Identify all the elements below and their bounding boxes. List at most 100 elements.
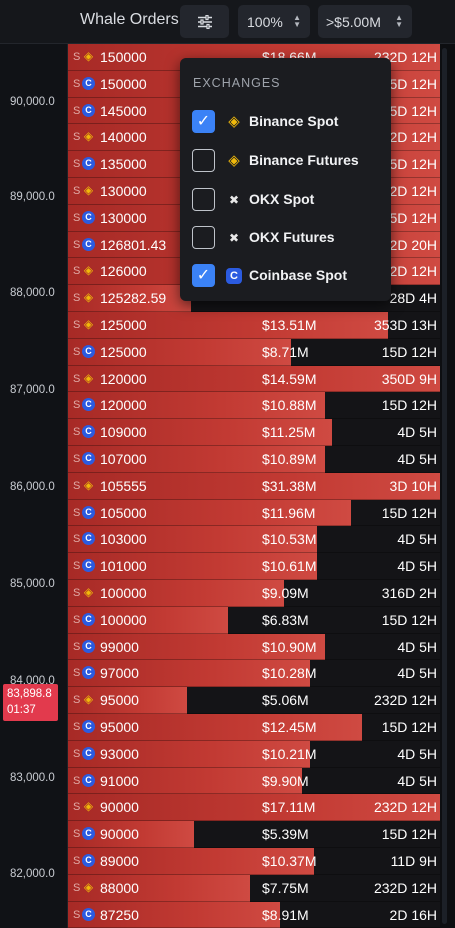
order-value: $10.28M [262, 665, 317, 682]
order-price: 88000 [100, 879, 139, 896]
order-price: 135000 [100, 156, 147, 173]
order-age: 4D 5H [397, 665, 437, 682]
side-label: S [73, 533, 81, 546]
exchange-option-coinbase-spot[interactable]: ✓ C Coinbase Spot [192, 264, 382, 288]
order-row[interactable]: S ◈ 100000 $9.09M 316D 2H [68, 580, 440, 607]
order-age: 15D 12H [381, 397, 437, 414]
exchange-option-okx-futures[interactable]: ✖ OKX Futures [192, 226, 382, 250]
filter-button[interactable] [180, 5, 229, 38]
scrollbar[interactable] [440, 44, 455, 928]
order-value: $5.06M [262, 692, 309, 709]
order-price: 87250 [100, 906, 139, 923]
order-price: 126801.43 [100, 236, 167, 253]
checkbox[interactable]: ✓ [192, 110, 215, 133]
order-row[interactable]: S C 89000 $10.37M 11D 9H [68, 848, 440, 875]
side-label: S [73, 104, 81, 117]
order-value: $7.75M [262, 879, 309, 896]
order-value: $17.11M [262, 799, 316, 816]
order-price: 95000 [100, 719, 139, 735]
price-tick: 82,000.0 [10, 868, 55, 880]
candle-countdown: 01:37 [7, 704, 36, 716]
side-label: S [73, 881, 81, 894]
order-row[interactable]: S C 95000 $12.45M 15D 12H [68, 714, 440, 741]
order-age: 15D 12H [381, 826, 437, 843]
order-row[interactable]: S ◈ 95000 $5.06M 232D 12H [68, 687, 440, 714]
order-row[interactable]: S ◈ 105555 $31.38M 3D 10H [68, 472, 440, 500]
order-value: $10.90M [262, 638, 317, 655]
order-row[interactable]: S C 91000 $9.90M 4D 5H [68, 767, 440, 795]
price-axis: 90,000.0 89,000.0 88,000.0 87,000.0 86,000.0… [0, 44, 68, 928]
order-row[interactable]: S ◈ 88000 $7.75M 232D 12H [68, 874, 440, 902]
side-label: S [73, 265, 81, 278]
coinbase-icon: C [82, 612, 95, 626]
price-tick: 88,000.0 [10, 287, 55, 299]
binance-icon: ◈ [83, 370, 94, 385]
checkbox[interactable] [192, 188, 215, 211]
order-row[interactable]: S C 105000 $11.96M 15D 12H [68, 499, 440, 527]
side-label: S [73, 319, 81, 331]
binance-icon: ◈ [83, 263, 94, 278]
exchange-option-label: Coinbase Spot [249, 267, 348, 283]
order-price: 90000 [100, 826, 139, 843]
order-row[interactable]: S C 100000 $6.83M 15D 12H [68, 606, 440, 634]
order-age: 350D 9H [381, 370, 437, 387]
price-tick: 90,000.0 [10, 96, 55, 108]
side-label: S [73, 211, 81, 224]
order-size-bar [68, 874, 251, 902]
order-row[interactable]: S C 90000 $5.39M 15D 12H [68, 821, 440, 848]
order-row[interactable]: S C 99000 $10.90M 4D 5H [68, 633, 440, 661]
order-row[interactable]: S C 125000 $8.71M 15D 12H [68, 338, 440, 366]
exchange-option-label: Binance Futures [249, 152, 359, 168]
order-price: 89000 [100, 853, 139, 869]
order-row[interactable]: S C 87250 $8.91M 2D 16H [68, 901, 440, 928]
side-label: S [73, 801, 81, 814]
order-age: 2D 16H [389, 906, 437, 923]
order-row[interactable]: S C 93000 $10.21M 4D 5H [68, 740, 440, 768]
order-price: 125282.59 [100, 290, 167, 307]
scrollbar-thumb[interactable] [442, 48, 447, 924]
order-row[interactable]: S C 101000 $10.61M 4D 5H [68, 553, 440, 580]
order-age: 353D 13H [373, 317, 437, 333]
order-row[interactable]: S ◈ 125000 $13.51M 353D 13H [68, 312, 440, 339]
checkbox[interactable] [192, 226, 215, 249]
order-value: $11.25M [262, 424, 316, 441]
exchange-option-binance-spot[interactable]: ✓ ◈ Binance Spot [192, 110, 382, 134]
order-row[interactable]: S C 103000 $10.53M 4D 5H [68, 526, 440, 554]
checkbox[interactable]: ✓ [192, 264, 215, 287]
binance-icon: ◈ [228, 152, 240, 169]
order-age: 15D 12H [381, 719, 437, 735]
min-size-select[interactable]: >$5.00M ▲ ▼ [318, 5, 412, 38]
sliders-icon [197, 14, 212, 29]
order-age: 11D 9H [390, 853, 437, 869]
order-price: 91000 [100, 772, 139, 789]
binance-icon: ◈ [83, 477, 94, 492]
binance-icon: ◈ [83, 317, 94, 331]
binance-icon: ◈ [83, 585, 94, 599]
order-age: 4D 5H [397, 638, 437, 655]
order-value: $10.61M [262, 558, 317, 575]
order-price: 103000 [100, 531, 147, 548]
order-row[interactable]: S C 107000 $10.89M 4D 5H [68, 446, 440, 473]
order-price: 140000 [100, 129, 147, 146]
side-label: S [73, 372, 81, 385]
order-price: 97000 [100, 665, 139, 682]
order-price: 100000 [100, 585, 147, 601]
order-row[interactable]: S C 97000 $10.28M 4D 5H [68, 660, 440, 688]
order-row[interactable]: S ◈ 120000 $14.59M 350D 9H [68, 365, 440, 393]
exchange-option-okx-spot[interactable]: ✖ OKX Spot [192, 188, 382, 212]
order-age: 4D 5H [397, 451, 437, 467]
binance-icon: ◈ [83, 129, 94, 144]
price-tick: 86,000.0 [10, 481, 55, 493]
order-row[interactable]: S C 109000 $11.25M 4D 5H [68, 419, 440, 446]
order-value: $6.83M [262, 611, 309, 628]
zoom-select[interactable]: 100% ▲ ▼ [238, 5, 310, 38]
coinbase-icon: C [82, 103, 95, 117]
checkbox[interactable] [192, 149, 215, 172]
order-row[interactable]: S ◈ 90000 $17.11M 232D 12H [68, 794, 440, 822]
order-price: 120000 [100, 397, 147, 414]
order-value: $11.96M [262, 504, 316, 521]
side-label: S [73, 828, 81, 841]
price-tick: 83,000.0 [10, 772, 55, 784]
exchange-option-binance-futures[interactable]: ◈ Binance Futures [192, 149, 382, 173]
order-row[interactable]: S C 120000 $10.88M 15D 12H [68, 392, 440, 420]
